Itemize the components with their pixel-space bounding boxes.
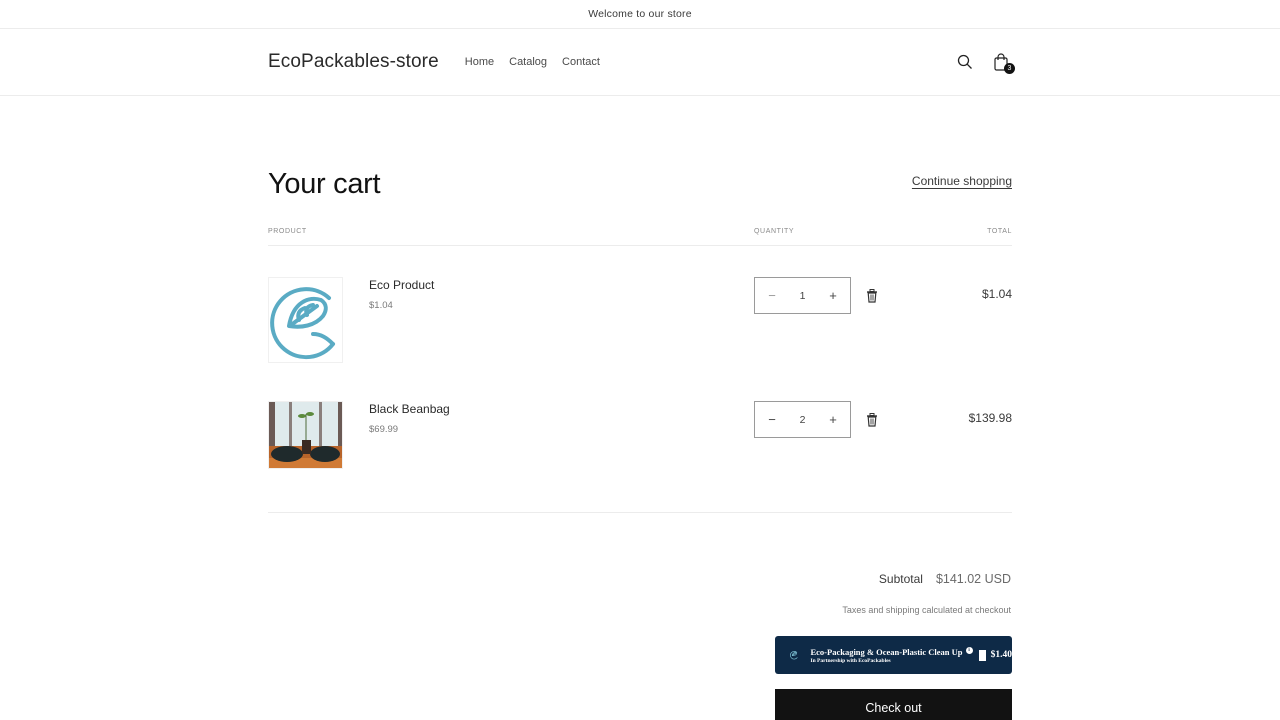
search-button[interactable] <box>954 51 976 73</box>
eco-packaging-offer: Eco-Packaging & Ocean-Plastic Clean Up i … <box>775 636 1012 674</box>
quantity-input[interactable]: 1 <box>800 290 806 302</box>
tax-shipping-note: Taxes and shipping calculated at checkou… <box>842 605 1011 615</box>
trash-icon[interactable] <box>866 289 878 303</box>
quantity-stepper: − 1 + <box>754 277 851 314</box>
beanbag-photo-icon <box>269 402 342 468</box>
nav-contact[interactable]: Contact <box>562 56 600 68</box>
trash-icon[interactable] <box>866 413 878 427</box>
nav-catalog[interactable]: Catalog <box>509 56 547 68</box>
continue-shopping-link[interactable]: Continue shopping <box>912 174 1012 188</box>
cart-item: Eco Product $1.04 − 1 + $1.04 <box>268 277 1012 401</box>
product-image-black-beanbag[interactable] <box>268 401 343 469</box>
subtotal-value: $141.02 USD <box>935 572 1011 586</box>
column-header-quantity: QUANTITY <box>754 228 795 235</box>
info-icon[interactable]: i <box>965 646 973 654</box>
subtotal-label: Subtotal <box>878 572 923 586</box>
eco-leaf-logo-icon <box>270 287 335 360</box>
subtotal-row: Subtotal $141.02 USD <box>879 572 1011 586</box>
nav-home[interactable]: Home <box>465 56 494 68</box>
increase-quantity-button[interactable]: + <box>826 288 840 303</box>
eco-leaf-logo-icon <box>790 651 798 660</box>
cart-count-badge: 3 <box>1004 63 1015 74</box>
increase-quantity-button[interactable]: + <box>826 412 840 427</box>
main-nav: Home Catalog Contact <box>465 56 600 68</box>
column-header-total: TOTAL <box>987 228 1012 235</box>
decrease-quantity-button[interactable]: − <box>765 412 779 427</box>
eco-offer-subtitle: In Partnership with EcoPackables <box>810 657 891 664</box>
checkout-button-label: Check out <box>865 701 922 715</box>
page-title: Your cart <box>268 168 381 200</box>
column-header-product: PRODUCT <box>268 228 307 235</box>
item-name[interactable]: Black Beanbag <box>369 402 450 416</box>
cart-main: Your cart Continue shopping PRODUCT QUAN… <box>268 96 1012 525</box>
item-line-total: $1.04 <box>981 287 1012 301</box>
announcement-bar: Welcome to our store <box>0 0 1280 29</box>
product-image-eco-product[interactable] <box>268 277 343 363</box>
cart-table-header: PRODUCT QUANTITY TOTAL <box>268 226 1012 246</box>
eco-offer-checkbox[interactable] <box>978 649 986 661</box>
quantity-input[interactable]: 2 <box>800 414 806 426</box>
cart-divider <box>268 512 1012 513</box>
eco-offer-title: Eco-Packaging & Ocean-Plastic Clean Up <box>810 646 963 657</box>
item-name[interactable]: Eco Product <box>369 278 434 292</box>
cart-item: Black Beanbag $69.99 − 2 + $139.98 <box>268 401 1012 525</box>
item-unit-price: $1.04 <box>369 300 393 311</box>
eco-offer-price: $1.40 <box>990 650 1012 660</box>
search-icon <box>957 54 972 69</box>
announcement-text: Welcome to our store <box>588 8 692 20</box>
store-logo[interactable]: EcoPackables-store <box>268 51 439 73</box>
item-line-total: $139.98 <box>968 411 1012 425</box>
site-header: EcoPackables-store Home Catalog Contact … <box>0 29 1280 96</box>
checkout-button[interactable]: Check out <box>775 689 1012 720</box>
quantity-stepper: − 2 + <box>754 401 851 438</box>
decrease-quantity-button[interactable]: − <box>765 288 779 303</box>
item-unit-price: $69.99 <box>369 424 399 435</box>
cart-button[interactable]: 3 <box>990 51 1015 74</box>
